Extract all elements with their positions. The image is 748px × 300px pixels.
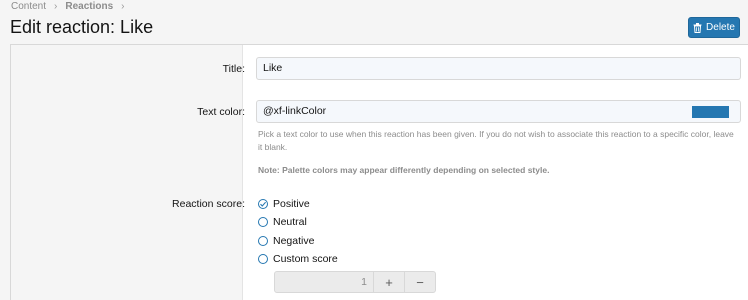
- radio-positive[interactable]: Positive: [258, 198, 310, 210]
- radio-label-neutral: Neutral: [273, 216, 307, 228]
- radio-circle-icon: [258, 217, 268, 227]
- breadcrumb: Content › Reactions ›: [11, 1, 133, 12]
- palette-note: Note: Palette colors may appear differen…: [258, 165, 550, 175]
- breadcrumb-item-content[interactable]: Content: [11, 1, 46, 12]
- radio-circle-icon: [258, 236, 268, 246]
- custom-score-value[interactable]: 1: [275, 272, 373, 292]
- radio-negative[interactable]: Negative: [258, 235, 314, 247]
- custom-score-stepper[interactable]: 1 + −: [274, 271, 436, 293]
- check-icon: [258, 199, 268, 209]
- chevron-right-icon: ›: [121, 1, 125, 12]
- radio-circle-icon: [258, 254, 268, 264]
- radio-label-positive: Positive: [273, 198, 310, 210]
- radio-label-negative: Negative: [273, 235, 315, 247]
- title-label: Title:: [222, 63, 245, 75]
- reaction-score-label: Reaction score:: [172, 198, 245, 210]
- minus-icon: −: [416, 274, 424, 290]
- delete-button-label: Delete: [706, 22, 735, 33]
- label-column: [11, 45, 243, 300]
- text-color-input[interactable]: @xf-linkColor: [256, 100, 741, 123]
- text-color-hint: Pick a text color to use when this react…: [258, 129, 734, 152]
- radio-neutral[interactable]: Neutral: [258, 216, 307, 228]
- breadcrumb-item-reactions[interactable]: Reactions: [65, 1, 113, 12]
- radio-label-custom-score: Custom score: [273, 253, 338, 265]
- decrement-button[interactable]: −: [404, 272, 435, 292]
- title-input[interactable]: Like: [256, 57, 741, 80]
- trash-icon: [693, 22, 702, 33]
- plus-icon: +: [385, 274, 393, 290]
- text-color-label: Text color:: [197, 106, 245, 118]
- radio-custom-score[interactable]: Custom score: [258, 253, 338, 265]
- page-title: Edit reaction: Like: [10, 17, 154, 37]
- increment-button[interactable]: +: [373, 272, 404, 292]
- chevron-right-icon: ›: [54, 1, 58, 12]
- color-swatch[interactable]: [692, 106, 729, 118]
- delete-button[interactable]: Delete: [688, 17, 740, 38]
